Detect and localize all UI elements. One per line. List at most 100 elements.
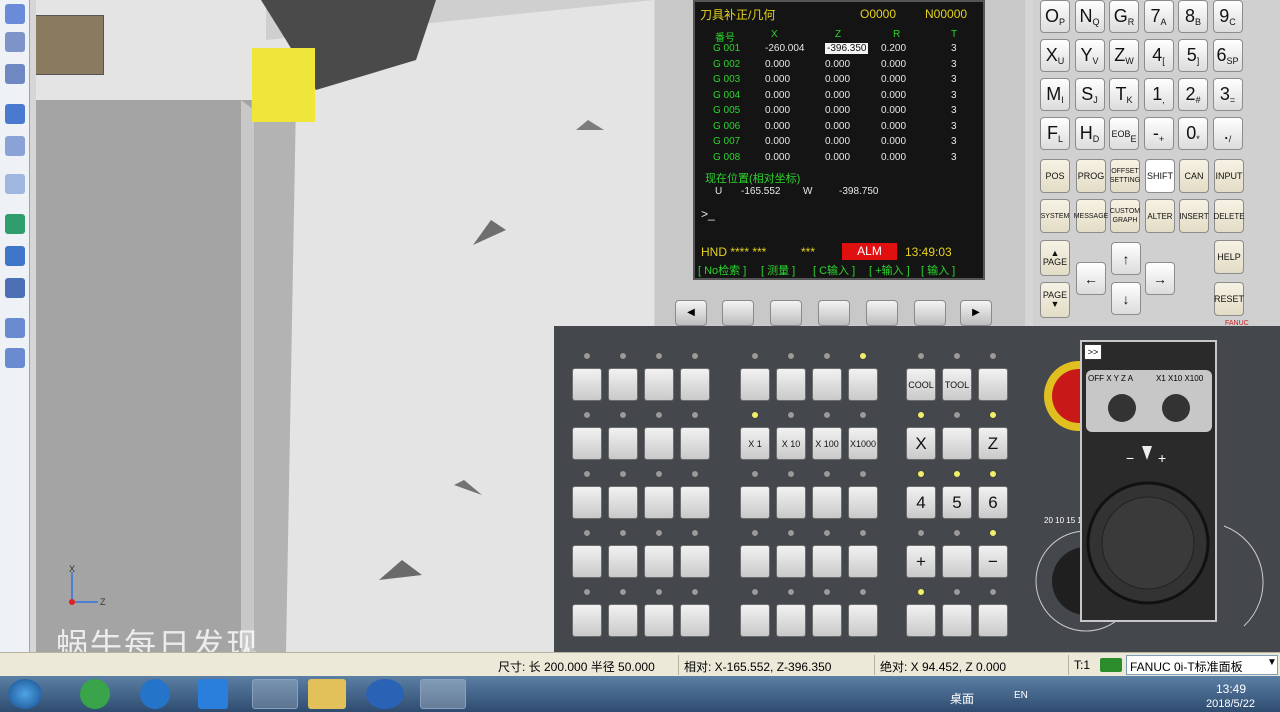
rotate-icon[interactable] [5,32,25,52]
panel-button-0-3-3[interactable] [680,545,710,578]
layer-icon[interactable] [5,278,25,298]
panel-button-1-1-2[interactable]: X 100 [812,427,842,460]
key-reset[interactable]: RESET [1214,282,1244,316]
key-24[interactable]: . / [1212,117,1243,150]
panel-button-2-4-1[interactable] [942,604,972,637]
key-21[interactable]: EOB E [1109,117,1139,150]
panel-button-0-3-2[interactable] [644,545,674,578]
key-alter[interactable]: ALTER [1145,199,1175,233]
browser-icon[interactable] [80,679,110,709]
panel-button-1-2-0[interactable] [740,486,770,519]
offset-cell-z[interactable]: 0.000 [825,59,850,70]
offset-cell-t[interactable]: 3 [951,152,957,163]
panel-button-1-0-3[interactable] [848,368,878,401]
panel-button-0-2-2[interactable] [644,486,674,519]
offset-cell-r[interactable]: 0.000 [881,105,906,116]
cnc-app-taskbar-icon[interactable] [252,679,298,709]
key-3[interactable]: GR [1109,0,1139,33]
offset-cell-r[interactable]: 0.000 [881,59,906,70]
offset-cell-x[interactable]: 0.000 [765,121,790,132]
softkey-right-arrow[interactable]: ▶ [960,300,992,326]
offset-cell-x[interactable]: -260.004 [765,43,804,54]
offset-cell-z[interactable]: 0.000 [825,105,850,116]
key-15[interactable]: TK [1109,78,1139,111]
offset-cell-no[interactable]: G 007 [713,136,740,147]
panel-button-0-3-1[interactable] [608,545,638,578]
key-23[interactable]: 0 * [1178,117,1208,150]
zoom-icon[interactable] [5,174,25,194]
offset-cell-no[interactable]: G 005 [713,105,740,116]
arrow-right-icon[interactable] [5,318,25,338]
offset-cell-no[interactable]: G 006 [713,121,740,132]
offset-cell-r[interactable]: 0.000 [881,74,906,85]
key-offset-setting[interactable]: OFFSET SETTING [1110,159,1140,193]
front-view-icon[interactable] [5,104,25,124]
softkey-2[interactable] [770,300,802,326]
panel-button-0-4-2[interactable] [644,604,674,637]
panel-button-1-3-2[interactable] [812,545,842,578]
key-19[interactable]: FL [1040,117,1070,150]
panel-button-0-0-3[interactable] [680,368,710,401]
panel-button-0-1-1[interactable] [608,427,638,460]
softkey-3[interactable] [818,300,850,326]
key-17[interactable]: 2 # [1178,78,1208,111]
offset-cell-r[interactable]: 0.000 [881,121,906,132]
panel-button-1-4-1[interactable] [776,604,806,637]
panel-button-2-4-0[interactable] [906,604,936,637]
key-can[interactable]: CAN [1179,159,1209,193]
offset-cell-z[interactable]: 0.000 [825,136,850,147]
offset-cell-x[interactable]: 0.000 [765,74,790,85]
panel-button-2-3-0[interactable]: + [906,545,936,578]
k-app-icon[interactable] [140,679,170,709]
panel-button-0-0-2[interactable] [644,368,674,401]
softkey-left-arrow[interactable]: ◀ [675,300,707,326]
panel-select[interactable]: FANUC 0i-T标准面板 ▼ [1126,655,1278,675]
key-4[interactable]: 7A [1143,0,1174,33]
offset-cell-r[interactable]: 0.000 [881,136,906,147]
panel-button-1-4-2[interactable] [812,604,842,637]
arrow-left-icon[interactable] [5,348,25,368]
panel-button-1-3-0[interactable] [740,545,770,578]
player-icon[interactable] [198,679,228,709]
offset-cell-z[interactable]: 0.000 [825,121,850,132]
offset-cell-x[interactable]: 0.000 [765,136,790,147]
panel-button-0-4-1[interactable] [608,604,638,637]
panel-button-0-2-3[interactable] [680,486,710,519]
panel-button-1-1-0[interactable]: X 1 [740,427,770,460]
panel-button-1-2-3[interactable] [848,486,878,519]
key-page-down[interactable]: PAGE ▼ [1040,282,1070,318]
panel-button-0-2-0[interactable] [572,486,602,519]
panel-button-0-3-0[interactable] [572,545,602,578]
panel-button-0-0-1[interactable] [608,368,638,401]
axis-select-knob[interactable] [1108,394,1136,422]
panel-button-0-1-2[interactable] [644,427,674,460]
key-12[interactable]: 6 SP [1212,39,1243,72]
key-14[interactable]: SJ [1074,78,1105,111]
panel-button-2-3-1[interactable] [942,545,972,578]
desktop-label[interactable]: 桌面 [950,690,974,707]
panel-button-1-1-1[interactable]: X 10 [776,427,806,460]
offset-cell-z[interactable]: -396.350 [825,43,869,54]
offset-cell-r[interactable]: 0.000 [881,90,906,101]
panel-button-2-0-0[interactable]: COOL [906,368,936,401]
offset-cell-x[interactable]: 0.000 [765,59,790,70]
simulator-taskbar-icon[interactable] [420,679,466,709]
panel-button-0-0-0[interactable] [572,368,602,401]
cursor-down-icon[interactable]: ↓ [1111,282,1141,315]
key-6[interactable]: 9C [1212,0,1243,33]
key-10[interactable]: 4[ [1143,39,1174,72]
panel-button-2-1-1[interactable] [942,427,972,460]
key-22[interactable]: - + [1143,117,1174,150]
key-shift[interactable]: SHIFT [1145,159,1175,193]
panel-button-0-1-3[interactable] [680,427,710,460]
key-help[interactable]: HELP [1214,240,1244,274]
key-custom-graph[interactable]: CUSTOM GRAPH [1110,199,1140,233]
panel-button-1-2-2[interactable] [812,486,842,519]
panel-button-1-0-1[interactable] [776,368,806,401]
key-system[interactable]: SYSTEM [1040,199,1070,233]
panel-button-1-3-1[interactable] [776,545,806,578]
handwheel-dial[interactable] [1086,468,1216,618]
panel-button-0-4-0[interactable] [572,604,602,637]
panel-button-2-2-0[interactable]: 4 [906,486,936,519]
key-18[interactable]: 3 = [1212,78,1243,111]
